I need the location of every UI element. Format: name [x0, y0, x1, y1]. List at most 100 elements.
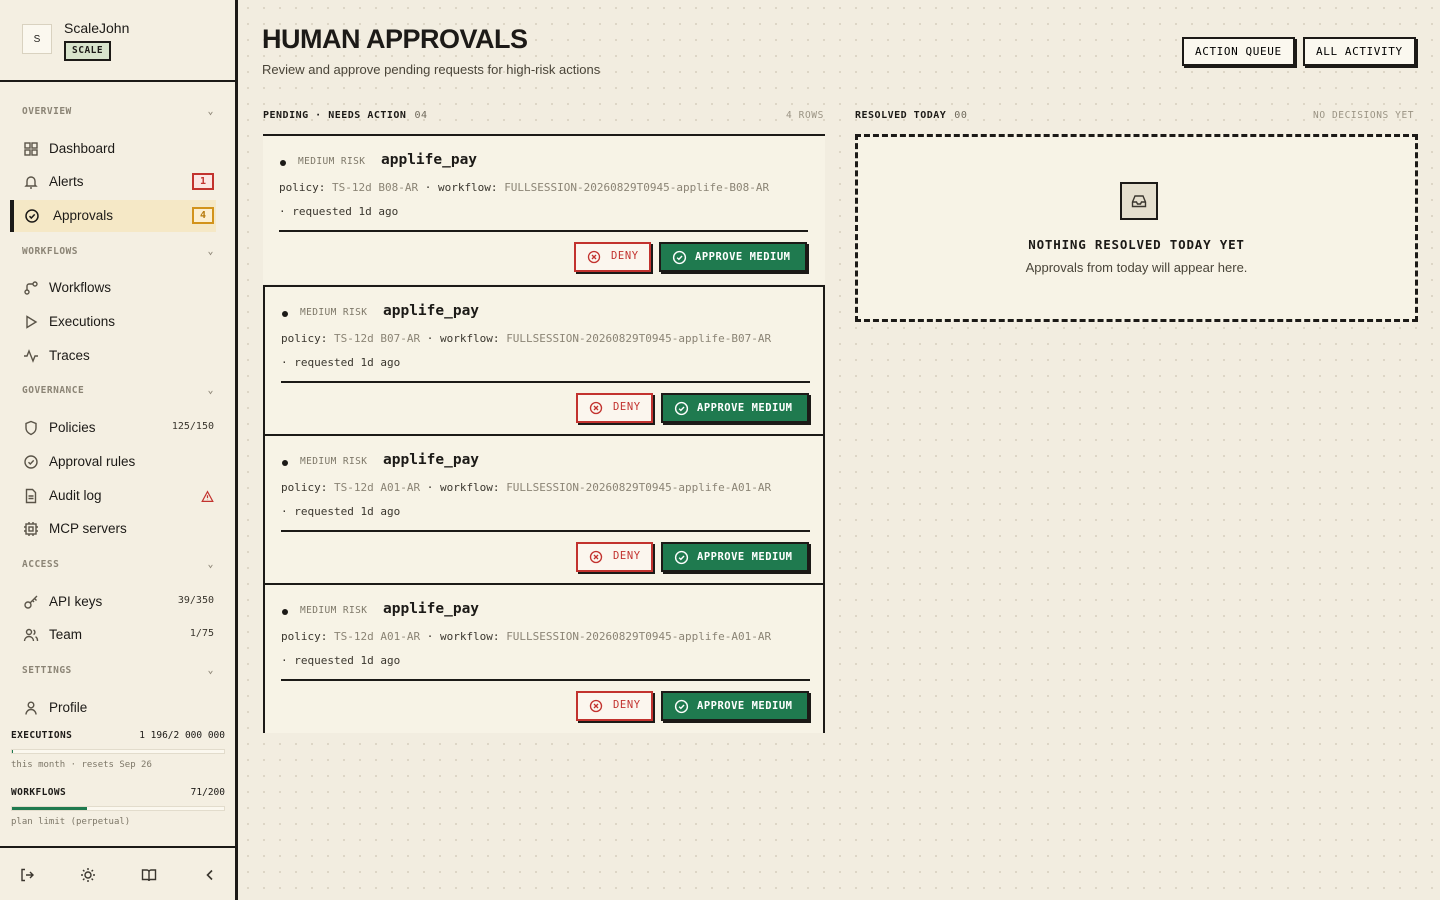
request-name: applife_pay — [383, 601, 480, 617]
approve-button[interactable]: APPROVE MEDIUM — [661, 542, 809, 572]
org-switcher[interactable]: S ScaleJohn SCALE — [0, 0, 235, 82]
bell-icon — [24, 176, 38, 189]
section-settings[interactable]: SETTINGS ⌄ — [22, 665, 214, 681]
pending-rows-count: 4 ROWS — [786, 110, 824, 121]
sidebar-item-label: Team — [49, 627, 83, 642]
approval-card: MEDIUM RISK applife_pay policy: TS-12d A01… — [263, 434, 825, 584]
alerts-count-badge: 1 — [192, 173, 214, 190]
approve-label: APPROVE MEDIUM — [697, 402, 793, 414]
request-name: applife_pay — [383, 303, 480, 319]
policy-label: policy: — [281, 332, 328, 345]
dashboard-icon — [24, 142, 38, 156]
card-divider — [281, 381, 810, 383]
sidebar: S ScaleJohn SCALE OVERVIEW ⌄ Dashboard A… — [0, 0, 238, 900]
sidebar-item-label: Executions — [49, 314, 116, 329]
section-overview[interactable]: OVERVIEW ⌄ — [22, 106, 214, 122]
requested-time: · requested 1d ago — [279, 205, 399, 218]
policy-workflow-line: policy: TS-12d A01-AR · workflow: FULLSE… — [281, 481, 811, 494]
sidebar-item-team[interactable]: Team 1/75 — [10, 619, 216, 651]
sun-icon[interactable] — [80, 867, 96, 883]
sidebar-item-api-keys[interactable]: API keys 39/350 — [10, 586, 216, 618]
sidebar-item-dashboard[interactable]: Dashboard — [10, 133, 216, 165]
risk-level: MEDIUM RISK — [300, 605, 368, 616]
org-name: ScaleJohn — [64, 20, 130, 36]
sidebar-item-traces[interactable]: Traces — [10, 340, 216, 372]
policy-workflow-line: policy: TS-12d A01-AR · workflow: FULLSE… — [281, 630, 811, 643]
section-governance[interactable]: GOVERNANCE ⌄ — [22, 385, 214, 401]
card-divider — [279, 230, 808, 232]
sidebar-item-profile[interactable]: Profile — [10, 692, 216, 724]
approve-button[interactable]: APPROVE MEDIUM — [661, 393, 809, 423]
chevron-down-icon: ⌄ — [207, 559, 214, 570]
risk-level: MEDIUM RISK — [300, 456, 368, 467]
deny-button[interactable]: DENY — [576, 691, 653, 721]
check-circle-icon — [674, 550, 689, 565]
approve-button[interactable]: APPROVE MEDIUM — [659, 242, 807, 272]
logout-icon[interactable] — [19, 867, 35, 883]
chevron-down-icon: ⌄ — [207, 385, 214, 396]
approve-label: APPROVE MEDIUM — [697, 700, 793, 712]
workflow-label: · workflow: — [424, 181, 498, 194]
sidebar-footer — [0, 846, 235, 900]
sidebar-item-audit-log[interactable]: Audit log — [10, 480, 216, 512]
sidebar-item-label: Workflows — [49, 280, 112, 295]
inbox-icon — [1120, 182, 1158, 220]
workflow-value: FULLSESSION-20260829T0945-applife-B08-AR — [504, 181, 770, 194]
approve-label: APPROVE MEDIUM — [697, 551, 793, 563]
sidebar-item-executions[interactable]: Executions — [10, 306, 216, 338]
policy-value: TS-12d A01-AR — [333, 481, 421, 494]
approve-button[interactable]: APPROVE MEDIUM — [661, 691, 809, 721]
deny-button[interactable]: DENY — [574, 242, 651, 272]
request-name: applife_pay — [381, 152, 478, 168]
chevron-down-icon: ⌄ — [207, 246, 214, 257]
sidebar-item-alerts[interactable]: Alerts 1 — [10, 166, 216, 198]
deny-label: DENY — [611, 250, 639, 262]
chevron-left-icon[interactable] — [202, 867, 218, 883]
sidebar-item-label: MCP servers — [49, 521, 127, 536]
workflows-progress-fill — [12, 807, 88, 810]
workflows-usage-label: WORKFLOWS — [11, 787, 67, 798]
sidebar-item-label: Dashboard — [49, 141, 116, 156]
action-queue-button[interactable]: ACTION QUEUE — [1182, 37, 1295, 66]
sidebar-item-approvals[interactable]: Approvals 4 — [10, 200, 216, 232]
executions-usage-value: 1 196/2 000 000 — [139, 730, 225, 741]
policy-workflow-line: policy: TS-12d B07-AR · workflow: FULLSE… — [281, 332, 811, 345]
pending-header: PENDING · NEEDS ACTION 04 — [263, 110, 428, 121]
workflows-usage-note: plan limit (perpetual) — [11, 817, 131, 827]
file-text-icon — [25, 488, 37, 504]
check-circle-icon — [672, 250, 687, 265]
executions-progress-fill — [12, 750, 14, 753]
deny-button[interactable]: DENY — [576, 393, 653, 423]
policy-value: TS-12d B08-AR — [331, 181, 419, 194]
users-icon — [23, 628, 39, 642]
resolved-label: RESOLVED TODAY — [855, 110, 947, 121]
play-icon — [26, 315, 38, 329]
page-title: HUMAN APPROVALS — [262, 24, 528, 54]
pending-count: 04 — [414, 110, 428, 121]
sidebar-item-mcp-servers[interactable]: MCP servers — [10, 513, 216, 545]
sidebar-item-workflows[interactable]: Workflows — [10, 272, 216, 304]
workflows-usage-value: 71/200 — [190, 787, 225, 798]
plan-badge: SCALE — [64, 41, 112, 61]
sidebar-item-label: Traces — [49, 348, 90, 363]
sidebar-item-approval-rules[interactable]: Approval rules — [10, 446, 216, 478]
org-avatar: S — [22, 24, 52, 54]
book-icon[interactable] — [141, 867, 157, 883]
workflow-value: FULLSESSION-20260829T0945-applife-B07-AR — [506, 332, 772, 345]
policies-usage: 125/150 — [171, 421, 214, 432]
executions-usage-label: EXECUTIONS — [11, 730, 73, 741]
deny-button[interactable]: DENY — [576, 542, 653, 572]
card-divider — [281, 530, 810, 532]
requested-time: · requested 1d ago — [281, 654, 401, 667]
section-overview-label: OVERVIEW — [22, 106, 72, 117]
section-workflows[interactable]: WORKFLOWS ⌄ — [22, 246, 214, 262]
approval-card: MEDIUM RISK applife_pay policy: TS-12d B07… — [263, 285, 825, 435]
section-settings-label: SETTINGS — [22, 665, 72, 676]
sidebar-item-label: API keys — [49, 594, 103, 609]
section-access[interactable]: ACCESS ⌄ — [22, 559, 214, 575]
all-activity-button[interactable]: ALL ACTIVITY — [1303, 37, 1416, 66]
workflow-icon — [24, 281, 38, 295]
approval-card: MEDIUM RISK applife_pay policy: TS-12d B08… — [263, 134, 825, 284]
sidebar-item-policies[interactable]: Policies 125/150 — [10, 412, 216, 444]
workflow-value: FULLSESSION-20260829T0945-applife-A01-AR — [506, 481, 772, 494]
